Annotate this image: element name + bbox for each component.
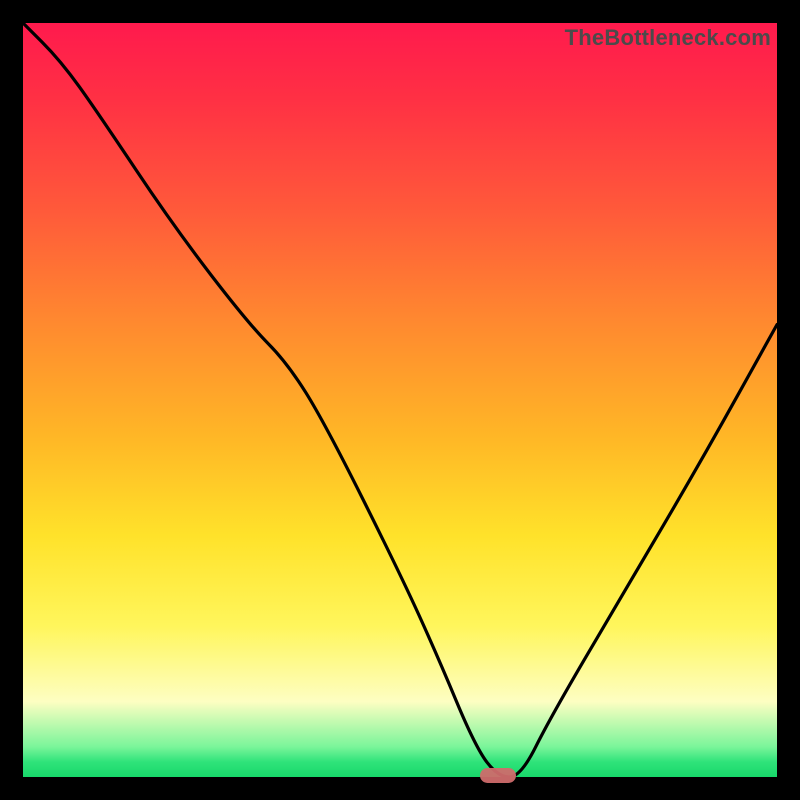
plot-area: TheBottleneck.com xyxy=(23,23,777,777)
chart-frame: TheBottleneck.com xyxy=(0,0,800,800)
bottleneck-curve xyxy=(23,23,777,777)
optimal-marker xyxy=(480,768,516,783)
